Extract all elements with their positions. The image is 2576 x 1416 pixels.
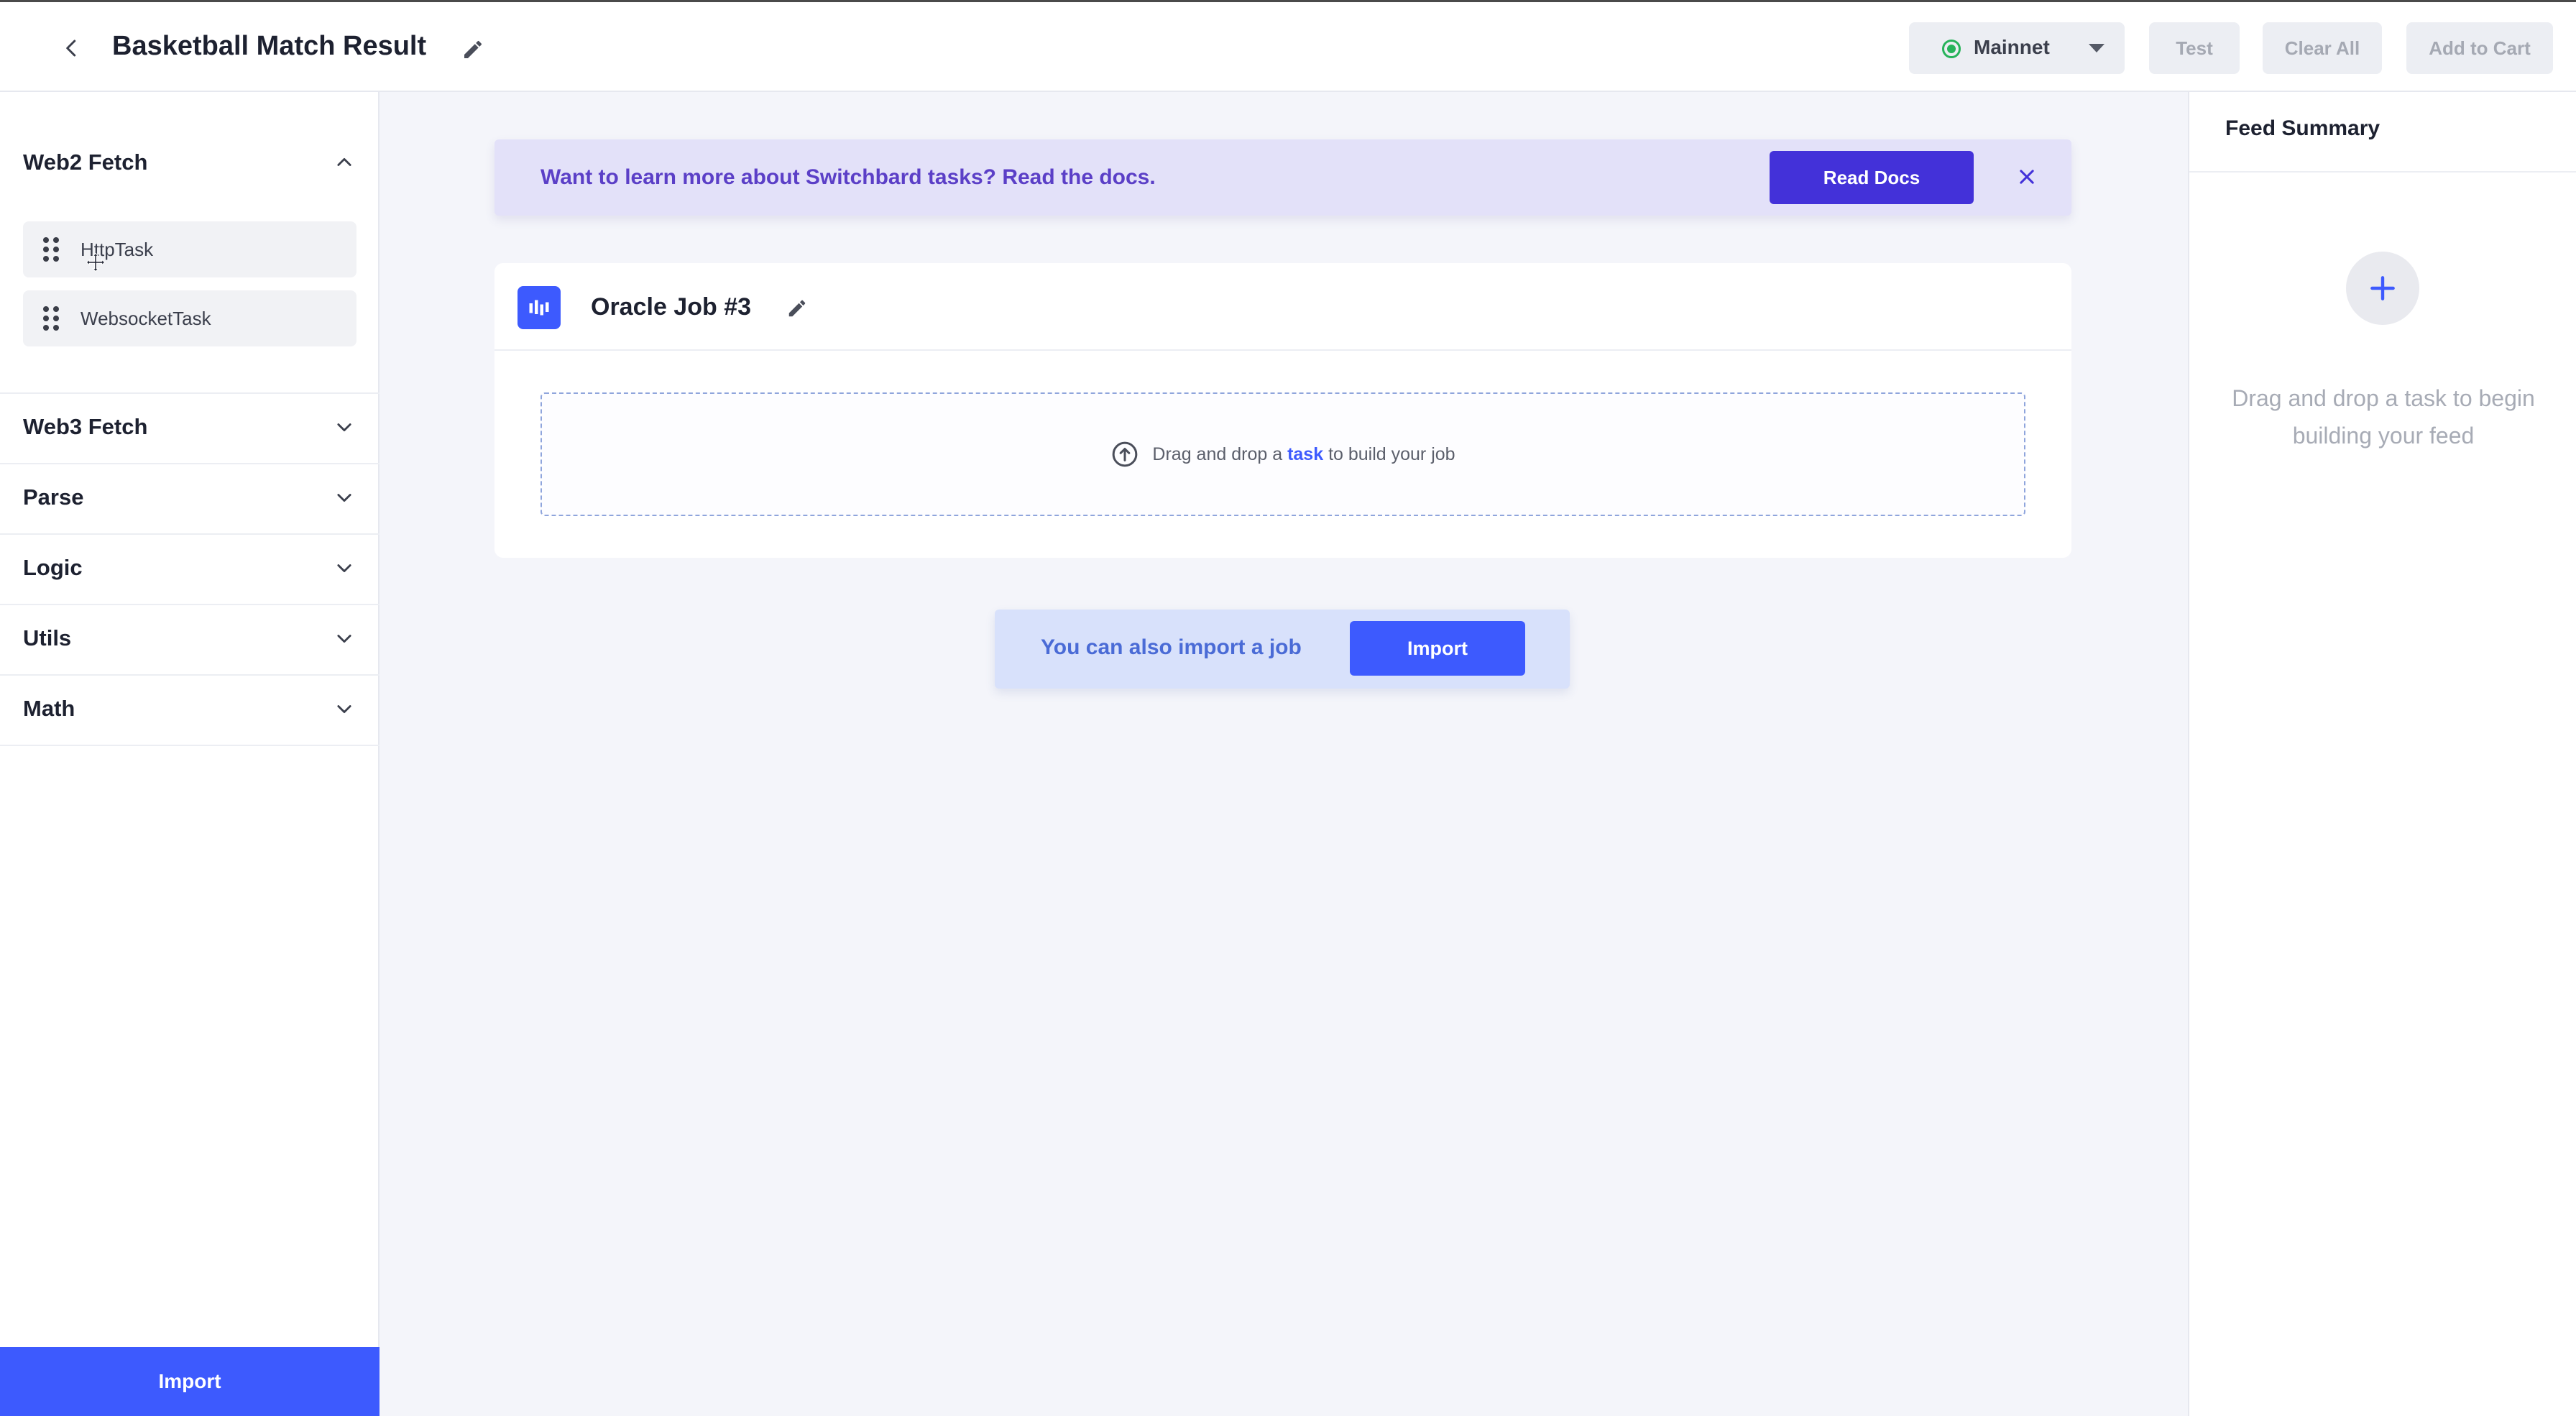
import-job-button[interactable]: Import: [1350, 621, 1525, 676]
upload-arrow-icon: [1113, 441, 1138, 467]
section-title: Web3 Fetch: [23, 414, 148, 439]
section-header-parse[interactable]: Parse: [23, 476, 356, 519]
section-header-web3-fetch[interactable]: Web3 Fetch: [23, 405, 356, 449]
job-title: Oracle Job #3: [591, 293, 752, 321]
pencil-icon: [788, 300, 806, 317]
task-label: HttpTask: [80, 238, 154, 260]
section-logic: Logic: [0, 535, 380, 605]
dropzone-prefix: Drag and drop a: [1152, 443, 1283, 464]
task-dropzone[interactable]: Drag and drop a task to build your job: [540, 392, 2025, 516]
task-item-websocket[interactable]: WebsocketTask: [23, 290, 356, 346]
chevron-up-icon: [332, 150, 356, 175]
task-item-http[interactable]: HttpTask: [23, 221, 356, 277]
section-header-web2-fetch[interactable]: Web2 Fetch: [23, 141, 356, 184]
chevron-down-icon: [332, 415, 356, 439]
import-prompt-text: You can also import a job: [1041, 635, 1302, 659]
top-bar: Basketball Match Result Mainnet Test Cle…: [0, 0, 2576, 92]
oracle-job-card: Oracle Job #3 Drag and drop a task to bu…: [494, 263, 2071, 558]
back-button[interactable]: [53, 29, 91, 67]
feed-summary-header: Feed Summary: [2189, 92, 2576, 173]
plus-icon: [2370, 276, 2395, 300]
feed-summary-title: Feed Summary: [2225, 116, 2380, 140]
test-button[interactable]: Test: [2149, 22, 2240, 74]
dropzone-suffix: to build your job: [1328, 443, 1455, 464]
clear-all-button[interactable]: Clear All: [2263, 22, 2382, 74]
switchboard-logo-icon: [518, 286, 561, 329]
drag-handle-icon: [43, 237, 59, 262]
chevron-down-icon: [332, 556, 356, 580]
banner-text: Want to learn more about Switchbard task…: [540, 165, 1156, 189]
close-icon: [2020, 170, 2034, 184]
dropzone-message: Drag and drop a task to build your job: [1110, 440, 1455, 469]
section-math: Math: [0, 676, 380, 746]
import-job-prompt: You can also import a job Import: [995, 610, 1570, 689]
read-docs-button[interactable]: Read Docs: [1770, 151, 1974, 204]
task-sidebar: Web2 Fetch HttpTask WebsocketTask Web3 F…: [0, 92, 380, 1416]
section-title: Math: [23, 696, 75, 721]
dropzone-task-link: task: [1287, 443, 1324, 464]
section-title: Logic: [23, 555, 83, 580]
section-parse: Parse: [0, 464, 380, 535]
edit-title-button[interactable]: [457, 34, 489, 65]
close-banner-button[interactable]: [2012, 162, 2041, 191]
section-title: Web2 Fetch: [23, 150, 148, 175]
section-title: Utils: [23, 625, 72, 650]
caret-down-icon: [2089, 44, 2104, 52]
docs-banner: Want to learn more about Switchbard task…: [494, 139, 2071, 216]
page-title: Basketball Match Result: [112, 31, 427, 61]
feed-empty-message: Drag and drop a task to begin building y…: [2232, 385, 2535, 449]
section-web3-fetch: Web3 Fetch: [0, 394, 380, 464]
section-utils: Utils: [0, 605, 380, 676]
section-header-logic[interactable]: Logic: [23, 546, 356, 589]
network-status-icon: [1942, 40, 1961, 58]
add-task-button[interactable]: [2346, 252, 2419, 325]
section-header-utils[interactable]: Utils: [23, 617, 356, 660]
network-select[interactable]: Mainnet: [1909, 22, 2125, 74]
chevron-down-icon: [332, 696, 356, 721]
pencil-icon: [464, 40, 482, 58]
chevron-down-icon: [332, 485, 356, 510]
section-header-math[interactable]: Math: [23, 687, 356, 730]
chevron-left-icon: [66, 40, 76, 57]
chevron-down-icon: [332, 626, 356, 650]
drag-handle-icon: [43, 306, 59, 331]
job-header: Oracle Job #3: [494, 263, 2071, 351]
task-label: WebsocketTask: [80, 307, 211, 329]
feed-summary-panel: Feed Summary Drag and drop a task to beg…: [2188, 92, 2576, 1416]
add-to-cart-button[interactable]: Add to Cart: [2406, 22, 2553, 74]
network-label: Mainnet: [1974, 36, 2050, 58]
section-web2-fetch: Web2 Fetch HttpTask WebsocketTask: [0, 92, 380, 394]
sidebar-import-button[interactable]: Import: [0, 1347, 380, 1416]
edit-job-title-button[interactable]: [782, 293, 812, 323]
section-title: Parse: [23, 484, 84, 510]
